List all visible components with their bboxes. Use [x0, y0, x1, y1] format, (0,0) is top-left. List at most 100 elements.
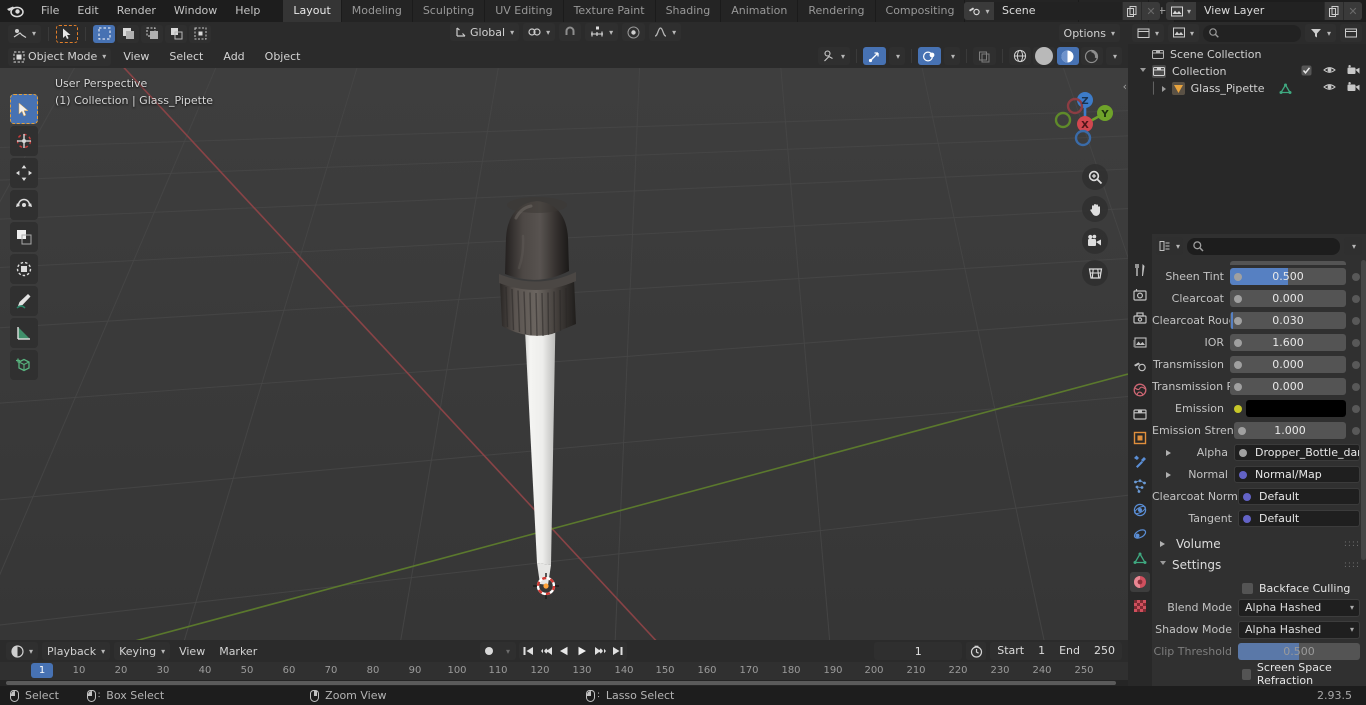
prop-field-clearcoat-roughness[interactable]: 0.030 [1230, 312, 1346, 329]
prop-field-transmission-roughness[interactable]: 0.000 [1230, 378, 1346, 395]
eye-icon[interactable] [1323, 65, 1336, 78]
blend-mode-dropdown[interactable]: Alpha Hashed ▾ [1238, 598, 1360, 617]
current-frame-field[interactable]: 1 [874, 642, 963, 660]
workspace-tab-sculpting[interactable]: Sculpting [412, 0, 486, 22]
prop-row-alpha[interactable]: Alpha Dropper_Bottle_dar… [1152, 443, 1366, 462]
play-reverse-icon[interactable] [555, 642, 573, 660]
animate-property-dot[interactable] [1352, 272, 1360, 281]
prop-field-clearcoat[interactable]: 0.000 [1230, 290, 1346, 307]
particles-tab[interactable] [1130, 476, 1150, 496]
object-mode-dropdown[interactable]: Object Mode ▾ [8, 47, 112, 66]
editor-type-icon[interactable]: ▾ [8, 24, 42, 43]
outliner-expand-object-icon[interactable] [1161, 85, 1166, 92]
scene-name[interactable]: Scene [994, 2, 1122, 20]
viewlayer-name[interactable]: View Layer [1196, 2, 1324, 20]
timeline-menu-view[interactable]: View [174, 642, 210, 660]
animate-property-dot[interactable] [1352, 294, 1360, 303]
socket-icon[interactable] [1234, 316, 1242, 325]
socket-icon[interactable] [1234, 382, 1242, 391]
cursor-tool[interactable] [10, 126, 38, 156]
properties-editor[interactable]: ▾ ▾ Sheen Tint 0.500 Clearcoat 0.000 Cle… [1128, 234, 1366, 687]
workspace-tab-layout[interactable]: Layout [283, 0, 342, 22]
play-icon[interactable] [573, 642, 591, 660]
select-extend-button[interactable] [117, 24, 140, 43]
object-data-tab[interactable] [1130, 548, 1150, 568]
workspace-tab-rendering[interactable]: Rendering [798, 0, 876, 22]
animate-property-dot[interactable] [1352, 360, 1360, 369]
next-keyframe-icon[interactable] [591, 642, 609, 660]
workspace-tab-animation[interactable]: Animation [721, 0, 799, 22]
prop-row-normal[interactable]: Normal Normal/Map [1152, 465, 1366, 484]
timeline-menu-marker[interactable]: Marker [214, 642, 262, 660]
menu-window[interactable]: Window [165, 2, 226, 20]
timeline-scrollbar-thumb[interactable] [6, 681, 1116, 685]
object-tab[interactable] [1130, 428, 1150, 448]
camera-icon[interactable] [1082, 228, 1108, 254]
row-clip-threshold[interactable]: Clip Threshold 0.500 [1152, 642, 1366, 661]
prop-row-clearcoat-normal[interactable]: Clearcoat Normal Default [1152, 487, 1366, 506]
prop-field-sheen-tint[interactable]: 0.500 [1230, 268, 1346, 285]
modifier-tab[interactable] [1130, 452, 1150, 472]
menu-file[interactable]: File [32, 2, 68, 20]
add-cube-tool[interactable] [10, 350, 38, 380]
visibility-icon[interactable]: ▾ [817, 47, 850, 65]
tweak-tool[interactable] [10, 94, 38, 124]
clock-icon[interactable] [966, 642, 987, 660]
timeline-playhead[interactable]: 1 [31, 663, 53, 678]
collection-tab[interactable] [1130, 404, 1150, 424]
end-frame-value[interactable]: 250 [1087, 642, 1122, 660]
scale-tool[interactable] [10, 222, 38, 252]
menu-edit[interactable]: Edit [68, 2, 107, 20]
scene-tab[interactable] [1130, 356, 1150, 376]
proportional-falloff-dropdown[interactable]: ▾ [649, 23, 682, 41]
properties-scrollbar[interactable] [1361, 260, 1366, 560]
camera-render-icon[interactable] [1347, 82, 1360, 95]
scene-icon[interactable]: ▾ [964, 2, 994, 20]
prop-field-transmission[interactable]: 0.000 [1230, 356, 1346, 373]
socket-icon[interactable] [1234, 338, 1242, 347]
row-shadow-mode[interactable]: Shadow Mode Alpha Hashed ▾ [1152, 620, 1366, 639]
mesh-data-icon[interactable] [1279, 83, 1292, 95]
shading-solid-button[interactable] [1032, 47, 1055, 65]
annotate-tool[interactable] [10, 286, 38, 316]
prop-row-transmission-roughness[interactable]: Transmission R… 0.000 [1152, 377, 1366, 396]
socket-icon[interactable] [1239, 470, 1247, 479]
rotate-tool[interactable] [10, 190, 38, 220]
backface-culling-checkbox[interactable] [1242, 582, 1253, 594]
sidebar-toggle-arrow[interactable]: ‹ [1123, 80, 1127, 93]
socket-icon[interactable] [1238, 426, 1246, 435]
frame-range-fields[interactable]: Start 1 End 250 [990, 642, 1122, 660]
emission-color-swatch[interactable] [1246, 400, 1346, 417]
timeline-editor-type-icon[interactable]: ▾ [6, 642, 39, 660]
ortho-persp-icon[interactable] [1082, 260, 1108, 286]
zoom-icon[interactable] [1082, 164, 1108, 190]
hand-icon[interactable] [1082, 196, 1108, 222]
transform-orientation-dropdown[interactable]: Global ▾ [450, 23, 520, 41]
navigation-gizmo[interactable]: Z Y X [1039, 80, 1113, 154]
workspace-tab-shading[interactable]: Shading [655, 0, 722, 22]
texture-tab[interactable] [1130, 596, 1150, 616]
socket-icon[interactable] [1234, 404, 1242, 413]
camera-render-icon[interactable] [1347, 65, 1360, 78]
transform-tool[interactable] [10, 254, 38, 284]
outliner-editor[interactable]: ▾ ▾ ▾ Scene Collection Collection │ Glas… [1128, 22, 1366, 234]
prop-field-alpha[interactable]: Dropper_Bottle_dar… [1234, 444, 1360, 461]
outliner-new-collection-icon[interactable] [1340, 24, 1362, 42]
viewport-menu-select[interactable]: Select [161, 48, 211, 66]
show-overlays-button[interactable] [917, 47, 941, 65]
blender-logo-icon[interactable] [6, 3, 24, 19]
viewlayer-datablock[interactable]: ▾ View Layer ✕ [1166, 2, 1362, 20]
new-viewlayer-icon[interactable] [1324, 2, 1343, 20]
pivot-point-dropdown[interactable]: ▾ [523, 23, 556, 41]
collapse-settings-icon[interactable] [1160, 561, 1166, 568]
scene-datablock[interactable]: ▾ Scene ✕ [964, 2, 1160, 20]
shadow-mode-dropdown[interactable]: Alpha Hashed ▾ [1238, 620, 1360, 639]
prop-row-emission-strength[interactable]: Emission Strengt 1.000 [1152, 421, 1366, 440]
start-frame-value[interactable]: 1 [1031, 642, 1052, 660]
prop-row-ior[interactable]: IOR 1.600 [1152, 333, 1366, 352]
prop-field-clearcoat-normal[interactable]: Default [1238, 488, 1360, 505]
row-screen-space-refraction[interactable]: Screen Space Refraction [1152, 661, 1366, 687]
prop-row-clearcoat[interactable]: Clearcoat 0.000 [1152, 289, 1366, 308]
select-box-button[interactable] [93, 24, 116, 43]
timeline-menu-playback[interactable]: Playback ▾ [42, 642, 111, 660]
